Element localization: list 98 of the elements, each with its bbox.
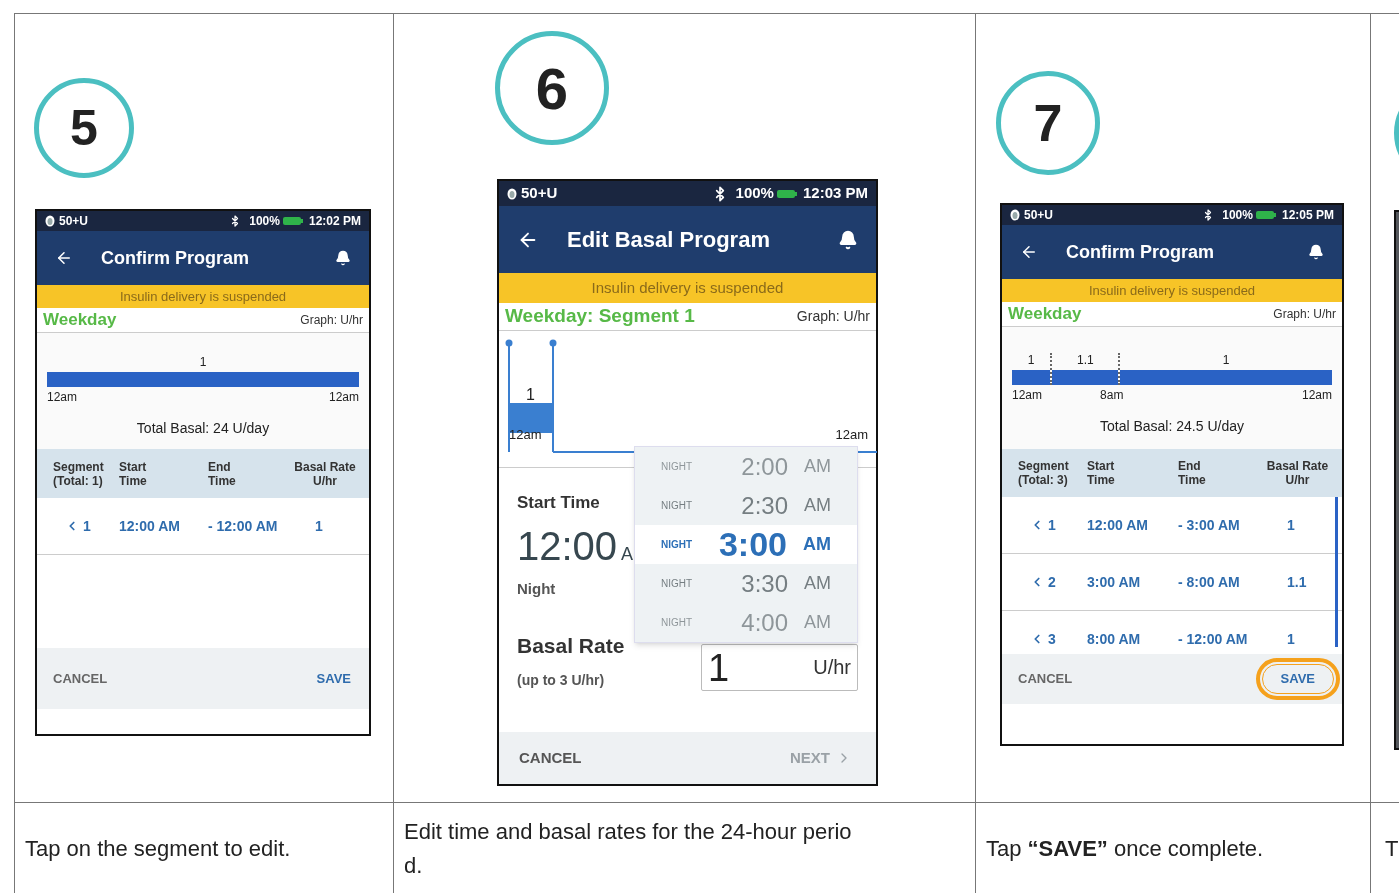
battery-percent: 100% [249,213,280,230]
rate-value: 1.1 [1286,572,1308,592]
segment-handle[interactable] [549,339,557,453]
cancel-button[interactable]: CANCEL [519,746,582,770]
picker-option[interactable]: NIGHT 3:00 AM [635,525,857,564]
basal-rate-field[interactable]: 1 U/hr [701,644,858,691]
step-badge: 5 [34,78,134,178]
column-header: Start Time [1087,459,1116,487]
basal-rate-label: Basal Rate [517,633,625,659]
program-name: Weekday [43,309,117,332]
end-time: - 8:00 AM [1178,572,1241,592]
suspended-banner: Insulin delivery is suspended [1002,279,1342,302]
start-time: 8:00 AM [1087,629,1142,649]
reservoir-level: 50+U [521,183,558,204]
total-basal: Total Basal: 24 U/day [136,419,270,438]
column-header: Start Time [119,459,148,488]
graph-unit: Graph: U/hr [796,307,870,326]
column-header: Segment (Total: 3) [1018,459,1070,487]
screen-title: Confirm Program [101,246,250,270]
time-tick: 8am [1100,387,1124,404]
basal-rate-hint: (up to 3 U/hr) [517,670,606,690]
rate-label: 1 [1222,353,1230,367]
battery-icon [1255,210,1276,220]
rate-value: 1 [1286,515,1296,535]
start-time-value: 12:00 [517,523,618,568]
notification-icon[interactable] [1308,244,1324,260]
picker-option[interactable]: NIGHT 2:00 AM [635,447,857,486]
start-time-label: Start Time [517,492,600,514]
back-button[interactable] [55,249,73,267]
screen-title: Edit Basal Program [567,226,770,254]
segment-number: 2 [1048,572,1056,592]
suspended-banner: Insulin delivery is suspended [37,285,369,308]
segment-number: 1 [1048,515,1056,535]
start-time-suffix: A [621,542,634,566]
rate-value: 1 [1286,629,1296,649]
save-button[interactable]: SAVE [316,668,351,689]
column-header: Basal Rate U/hr [1265,459,1330,487]
clock: 12:05 PM [1281,207,1334,224]
notification-icon[interactable] [838,229,858,250]
battery-percent: 100% [735,183,774,204]
unit-label: U/hr [813,655,851,680]
clock: 12:03 PM [802,183,868,204]
notification-icon[interactable] [335,250,351,266]
step-caption: Tap on the segment to edit. [25,834,291,863]
step-badge: 6 [495,31,609,145]
reservoir-level: 50+U [1024,207,1054,224]
segment-number: 1 [83,516,91,536]
rate-label: 1 [1027,353,1035,367]
rate-label: 1.1 [1077,353,1094,367]
back-button[interactable] [1020,243,1038,261]
picker-option[interactable]: NIGHT 2:30 AM [635,486,857,525]
time-tick: 12am [47,389,78,406]
save-button[interactable]: SAVE [1255,658,1340,700]
battery-percent: 100% [1222,207,1253,224]
pod-icon [45,215,55,227]
segment-number: 3 [1048,629,1056,649]
battery-icon [776,188,797,199]
picker-option[interactable]: NIGHT 4:00 AM [635,603,857,642]
start-time: 12:00 AM [1087,515,1149,535]
end-time: - 12:00 AM [208,516,279,536]
column-header: Segment (Total: 1) [53,459,105,488]
step-caption: Tap “SAVE” once complete. [986,834,1264,863]
graph-unit: Graph: U/hr [300,312,363,329]
start-time: 3:00 AM [1087,572,1142,592]
battery-icon [282,216,303,226]
column-header: End Time [1178,459,1207,487]
program-name: Weekday: Segment 1 [505,304,695,329]
next-button: NEXT [790,746,852,770]
rate-label: 1 [526,385,535,405]
rate-label: 1 [199,355,207,369]
step-badge: 7 [996,71,1100,175]
end-time: - 3:00 AM [1178,515,1241,535]
time-tick: 12am [1012,387,1043,404]
graph-unit: Graph: U/hr [1273,306,1336,323]
time-tick: 12am [835,426,868,444]
reservoir-level: 50+U [59,213,89,230]
step-caption: T [1385,835,1399,863]
column-header: End Time [208,459,237,488]
pod-icon [507,187,517,200]
pod-icon [1010,209,1020,221]
time-tick: 12am [328,389,359,406]
cancel-button[interactable]: CANCEL [1018,669,1073,689]
total-basal: Total Basal: 24.5 U/day [1100,417,1244,436]
cancel-button[interactable]: CANCEL [53,668,108,689]
program-name: Weekday [1008,303,1082,326]
end-time: - 12:00 AM [1178,629,1249,649]
screen-title: Confirm Program [1066,240,1215,264]
time-picker[interactable]: NIGHT 2:00 AM NIGHT 2:30 AM NIGHT 3:00 AM NIGHT 3:30 AM NIGHT 4:00 AM [634,446,858,643]
picker-option[interactable]: NIGHT 3:30 AM [635,564,857,603]
rate-value: 1 [314,516,324,536]
period-label: Night [517,578,556,599]
step-caption: Edit time and basal rates for the 24-hour perio d. [404,817,852,880]
time-tick: 12am [1301,387,1332,404]
clock: 12:02 PM [308,213,361,230]
segment-row[interactable]: 1 12:00 AM - 12:00 AM 1 [37,498,369,555]
suspended-banner: Insulin delivery is suspended [499,273,876,303]
column-header: Basal Rate U/hr [293,459,357,488]
start-time: 12:00 AM [119,516,181,536]
